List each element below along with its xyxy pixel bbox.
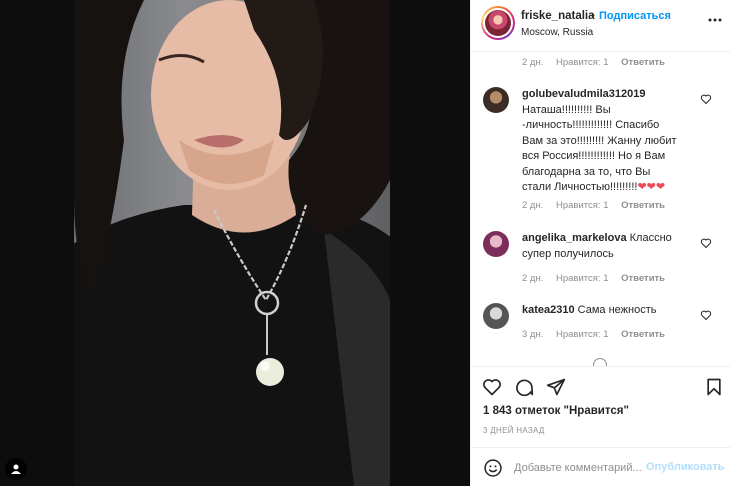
commenter-avatar[interactable]: [483, 303, 509, 329]
comment-meta: 3 дн. Нравится: 1 Ответить: [522, 329, 675, 340]
commenter-username[interactable]: katea2310: [522, 304, 575, 316]
user-tag-icon: [11, 464, 21, 474]
instagram-post-modal: friske_natalia • Подписаться Moscow, Rus…: [0, 0, 730, 486]
reply-button[interactable]: Ответить: [621, 57, 665, 68]
comment-body: golubevaludmila312019 Наташа!!!!!!!!!! В…: [522, 87, 682, 196]
portrait-illustration: [74, 0, 390, 486]
heart-icon[interactable]: [482, 377, 502, 397]
comment-likes[interactable]: Нравится: 1: [556, 57, 608, 68]
comment-time: 2 дн.: [522, 200, 544, 211]
author-avatar[interactable]: [481, 6, 515, 40]
post-actions: 1 843 отметок "Нравится" 3 ДНЕЙ НАЗАД Оп…: [471, 366, 730, 486]
comment-likes[interactable]: Нравится: 1: [556, 200, 608, 211]
commenter-username[interactable]: golubevaludmila312019: [522, 88, 646, 100]
comment-likes[interactable]: Нравится: 1: [556, 273, 608, 284]
comment-meta: 2 дн. Нравится: 1 Ответить: [522, 200, 675, 211]
hearts-emoji: ❤❤❤: [637, 181, 666, 193]
comment-icon[interactable]: [514, 377, 534, 397]
post-location[interactable]: Moscow, Russia: [521, 27, 593, 38]
comment-body: angelika_markelova Классно супер получил…: [522, 231, 682, 262]
heart-icon[interactable]: [700, 93, 712, 105]
reply-button[interactable]: Ответить: [621, 200, 665, 211]
comment-item: golubevaludmila312019 Наташа!!!!!!!!!! В…: [483, 87, 721, 217]
post-side-panel: friske_natalia • Подписаться Moscow, Rus…: [470, 0, 730, 486]
send-icon[interactable]: [546, 377, 566, 397]
comments-list[interactable]: 2 дн. Нравится: 1 Ответить golubevaludmi…: [471, 53, 730, 366]
comment-body: katea2310 Сама нежность: [522, 303, 682, 319]
comment-time: 3 дн.: [522, 329, 544, 340]
smiley-icon[interactable]: [483, 458, 503, 478]
commenter-avatar[interactable]: [483, 87, 509, 113]
comment-time: 2 дн.: [522, 57, 544, 68]
reply-button[interactable]: Ответить: [621, 273, 665, 284]
load-more-comments-button[interactable]: [593, 358, 607, 366]
comment-text: Сама нежность: [577, 304, 657, 316]
comment-likes[interactable]: Нравится: 1: [556, 329, 608, 340]
ellipsis-icon[interactable]: [707, 12, 723, 28]
comment-item: angelika_markelova Классно супер получил…: [483, 231, 721, 271]
follow-button[interactable]: Подписаться: [599, 10, 671, 22]
post-photo-pane: [0, 0, 470, 486]
reply-button[interactable]: Ответить: [621, 329, 665, 340]
commenter-username[interactable]: angelika_markelova: [522, 232, 627, 244]
comment-text: Наташа!!!!!!!!!! Вы -личность!!!!!!!!!!!…: [522, 103, 677, 194]
add-comment-bar: Опубликовать: [471, 447, 730, 486]
heart-icon[interactable]: [700, 309, 712, 321]
bookmark-icon[interactable]: [704, 377, 724, 397]
heart-icon[interactable]: [700, 237, 712, 249]
separator-dot: •: [591, 10, 595, 22]
post-header: friske_natalia • Подписаться Moscow, Rus…: [471, 0, 730, 52]
comment-input[interactable]: [514, 459, 642, 477]
post-date[interactable]: 3 ДНЕЙ НАЗАД: [483, 426, 545, 435]
comment-meta: 2 дн. Нравится: 1 Ответить: [522, 57, 675, 68]
tagged-users-button[interactable]: [5, 458, 27, 480]
post-photo[interactable]: [74, 0, 390, 486]
commenter-avatar[interactable]: [483, 231, 509, 257]
comment-meta: 2 дн. Нравится: 1 Ответить: [522, 273, 675, 284]
publish-button[interactable]: Опубликовать: [646, 461, 725, 473]
author-username[interactable]: friske_natalia: [521, 10, 595, 22]
comment-time: 2 дн.: [522, 273, 544, 284]
likes-count[interactable]: 1 843 отметок "Нравится": [483, 405, 629, 417]
